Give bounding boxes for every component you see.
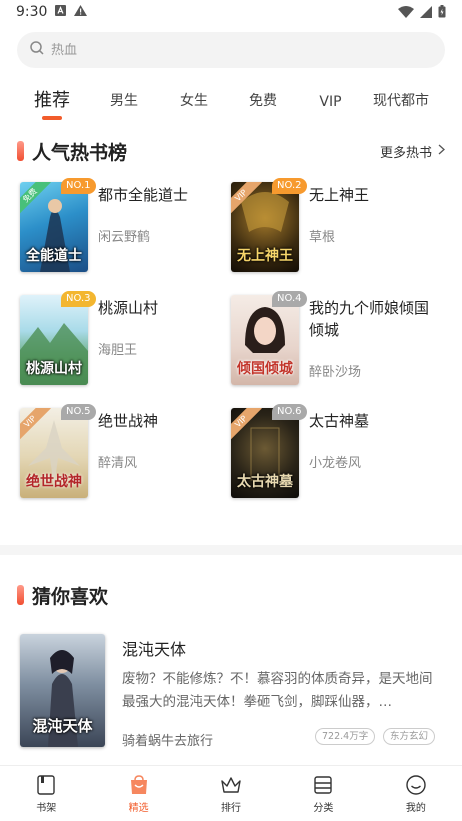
- guess-you-like-section: 猜你喜欢 混沌天体 混沌天体 废物？不能修炼？不！慕容羽的体质奇异，是天地间最强…: [0, 580, 462, 749]
- word-count-tag: 722.4万字: [315, 728, 376, 745]
- book-author: 骑着蜗牛去旅行: [122, 734, 214, 749]
- nav-profile-label: 我的: [405, 802, 426, 814]
- category-icon: [312, 774, 334, 796]
- book-author: 闲云野鹤: [98, 230, 151, 245]
- wifi-icon: [398, 5, 414, 22]
- search-bar[interactable]: [17, 32, 445, 68]
- cover-title: 混沌天体: [32, 717, 93, 736]
- search-input[interactable]: [51, 42, 351, 58]
- notification-a-icon: [55, 4, 67, 20]
- book-title: 桃源山村: [98, 299, 159, 317]
- status-bar: 9:30: [0, 0, 462, 24]
- rank-badge: NO.1: [61, 178, 96, 194]
- book-cover: 免费 全能道士: [20, 182, 88, 272]
- search-icon: [29, 40, 45, 60]
- tab-modern-city[interactable]: 现代都市: [371, 90, 431, 130]
- book-cover: 混沌天体: [20, 634, 105, 747]
- rank-book-4[interactable]: 倾国倾城 NO.4 我的九个师娘倾国倾城 醉卧沙场: [231, 291, 441, 391]
- tab-free[interactable]: 免费: [248, 90, 278, 130]
- rank-book-2[interactable]: VIP 无上神王 NO.2 无上神王 草根: [231, 178, 441, 278]
- cover-title: 桃源山村: [26, 361, 82, 378]
- cover-title: 倾国倾城: [237, 361, 293, 378]
- recommended-book-card[interactable]: 混沌天体 混沌天体 废物？不能修炼？不！慕容羽的体质奇异，是天地间最强大的混沌天…: [20, 634, 445, 749]
- book-author: 醉清风: [98, 456, 138, 471]
- rank-badge: NO.6: [272, 404, 307, 420]
- tab-recommend[interactable]: 推荐: [34, 86, 70, 130]
- guess-title: 猜你喜欢: [32, 585, 109, 608]
- cover-title: 无上神王: [237, 248, 293, 265]
- book-author: 海胆王: [98, 343, 138, 358]
- rank-book-6[interactable]: VIP 太古神墓 NO.6 太古神墓 小龙卷风: [231, 404, 441, 504]
- category-tabs: 推荐 男生 女生 免费 VIP 现代都市: [0, 68, 462, 130]
- more-hot-books-label: 更多热书: [379, 145, 432, 161]
- book-title: 无上神王: [309, 186, 370, 204]
- hot-rank-title: 人气热书榜: [32, 141, 128, 164]
- tab-male[interactable]: 男生: [109, 90, 139, 130]
- nav-featured[interactable]: 精选: [92, 766, 184, 821]
- nav-featured-label: 精选: [128, 802, 149, 814]
- more-hot-books-link[interactable]: 更多热书: [380, 142, 445, 161]
- cover-title: 全能道士: [26, 248, 82, 265]
- book-author: 小龙卷风: [309, 456, 362, 471]
- cover-title: 太古神墓: [237, 474, 293, 491]
- book-author: 草根: [309, 230, 336, 245]
- bottom-navigation: 书架 精选 排行 分类 我的: [0, 765, 462, 821]
- profile-icon: [405, 774, 427, 796]
- rank-badge: NO.5: [61, 404, 96, 420]
- hot-rank-list: 免费 全能道士 NO.1 都市全能道士 闲云野鹤 VIP 无上神王 NO.2 无…: [0, 178, 462, 522]
- book-title: 绝世战神: [98, 412, 159, 430]
- cover-title: 绝世战神: [26, 474, 82, 491]
- rank-book-3[interactable]: 桃源山村 NO.3 桃源山村 海胆王: [20, 291, 230, 391]
- tab-female[interactable]: 女生: [179, 90, 209, 130]
- featured-bag-icon: [128, 774, 150, 796]
- book-cover: 倾国倾城: [231, 295, 299, 385]
- nav-profile[interactable]: 我的: [370, 766, 462, 821]
- book-cover: VIP 无上神王: [231, 182, 299, 272]
- battery-icon: [438, 5, 446, 22]
- warning-icon: [74, 4, 88, 20]
- nav-bookshelf-label: 书架: [36, 802, 57, 814]
- tab-vip[interactable]: VIP: [318, 94, 343, 130]
- book-title: 都市全能道士: [98, 186, 189, 204]
- book-cover: VIP 太古神墓: [231, 408, 299, 498]
- nav-category-label: 分类: [313, 802, 334, 814]
- book-author: 醉卧沙场: [309, 365, 362, 380]
- rank-badge: NO.4: [272, 291, 307, 307]
- book-title: 太古神墓: [309, 412, 370, 430]
- guess-header: 猜你喜欢: [0, 580, 462, 610]
- book-cover: VIP 绝世战神: [20, 408, 88, 498]
- book-title: 我的九个师娘倾国倾城: [309, 299, 430, 339]
- section-accent-bar: [17, 141, 24, 161]
- chevron-right-icon: [438, 144, 445, 159]
- rank-badge: NO.3: [61, 291, 96, 307]
- book-description: 废物？不能修炼？不！慕容羽的体质奇异，是天地间最强大的混沌天体！拳砸飞剑，脚踩仙…: [122, 671, 433, 710]
- cellular-signal-icon: [420, 5, 432, 22]
- section-accent-bar: [17, 585, 24, 605]
- hot-rank-header: 人气热书榜 更多热书: [0, 136, 462, 166]
- genre-tag: 东方玄幻: [383, 728, 436, 745]
- nav-ranking[interactable]: 排行: [185, 766, 277, 821]
- rank-badge: NO.2: [272, 178, 307, 194]
- bookshelf-icon: [35, 774, 57, 796]
- book-cover: 桃源山村: [20, 295, 88, 385]
- section-divider: [0, 545, 462, 555]
- rank-book-1[interactable]: 免费 全能道士 NO.1 都市全能道士 闲云野鹤: [20, 178, 230, 278]
- book-title: 混沌天体: [122, 640, 187, 659]
- nav-bookshelf[interactable]: 书架: [0, 766, 92, 821]
- nav-category[interactable]: 分类: [277, 766, 369, 821]
- nav-ranking-label: 排行: [221, 802, 242, 814]
- crown-icon: [219, 774, 243, 796]
- status-time: 9:30: [16, 4, 48, 20]
- rank-book-5[interactable]: VIP 绝世战神 NO.5 绝世战神 醉清风: [20, 404, 230, 504]
